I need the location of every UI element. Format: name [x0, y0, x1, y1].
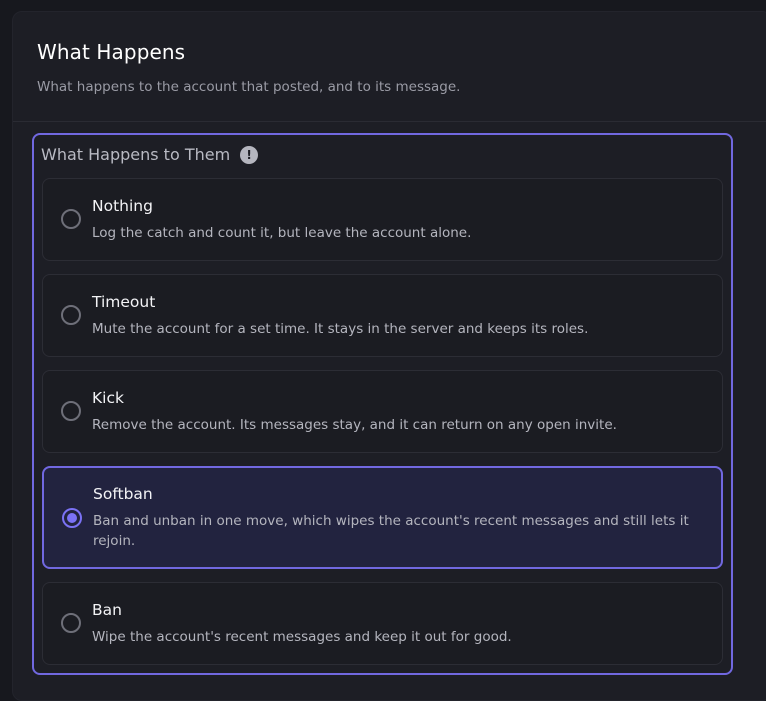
- option-ban[interactable]: Ban Wipe the account's recent messages a…: [42, 582, 723, 665]
- option-label: Timeout: [92, 293, 156, 311]
- action-radio-group: What Happens to Them ! Nothing Log the c…: [32, 133, 733, 675]
- option-nothing[interactable]: Nothing Log the catch and count it, but …: [42, 178, 723, 261]
- option-timeout[interactable]: Timeout Mute the account for a set time.…: [42, 274, 723, 357]
- info-icon[interactable]: !: [240, 145, 259, 164]
- card-description: What happens to the account that posted,…: [37, 79, 461, 95]
- option-description: Remove the account. Its messages stay, a…: [92, 417, 617, 433]
- option-label: Softban: [93, 485, 153, 503]
- option-label: Kick: [92, 389, 124, 407]
- option-description: Log the catch and count it, but leave th…: [92, 225, 472, 241]
- option-description: Ban and unban in one move, which wipes t…: [93, 513, 689, 549]
- option-description: Wipe the account's recent messages and k…: [92, 629, 512, 645]
- option-softban[interactable]: Softban Ban and unban in one move, which…: [42, 466, 723, 569]
- option-label: Nothing: [92, 197, 153, 215]
- radio-selected-dot: [67, 513, 77, 523]
- option-description: Mute the account for a set time. It stay…: [92, 321, 589, 337]
- option-kick[interactable]: Kick Remove the account. Its messages st…: [42, 370, 723, 453]
- group-legend-label: What Happens to Them: [41, 145, 231, 164]
- radio-ban[interactable]: [61, 613, 81, 633]
- card-header: What Happens What happens to the account…: [13, 12, 766, 122]
- radio-timeout[interactable]: [61, 305, 81, 325]
- group-legend: What Happens to Them !: [41, 145, 259, 164]
- option-label: Ban: [92, 601, 122, 619]
- radio-kick[interactable]: [61, 401, 81, 421]
- card-title: What Happens: [37, 40, 186, 64]
- settings-card: What Happens What happens to the account…: [12, 11, 766, 701]
- radio-softban[interactable]: [62, 508, 82, 528]
- radio-nothing[interactable]: [61, 209, 81, 229]
